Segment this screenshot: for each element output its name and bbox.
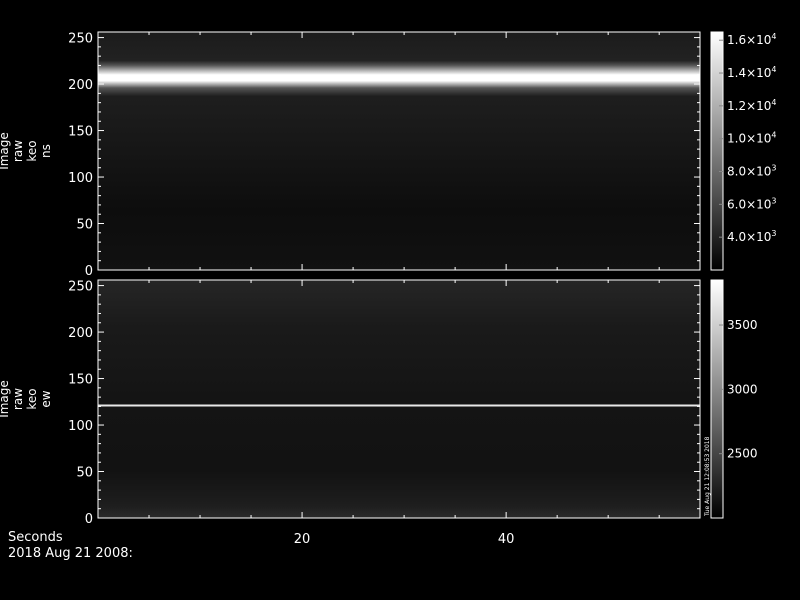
bottom-heatmap-image xyxy=(98,280,700,518)
y-axis-label-line: Image xyxy=(0,380,11,418)
y-tick-label: 200 xyxy=(68,78,93,93)
colorbar-tick-label: 4.0×103 xyxy=(727,229,777,244)
colorbar-tick-label: 6.0×103 xyxy=(727,196,777,211)
y-axis-label-line: keo xyxy=(25,388,39,409)
y-axis-label-line: raw xyxy=(11,388,25,410)
x-tick-label: 20 xyxy=(294,532,311,547)
y-axis-label-line: ns xyxy=(39,144,53,158)
y-tick-label: 50 xyxy=(76,466,93,481)
top-colorbar xyxy=(710,31,724,271)
y-axis-label-line: keo xyxy=(25,140,39,161)
y-axis-label-line: Image xyxy=(0,132,11,170)
colorbar-tick-label: 8.0×103 xyxy=(727,164,777,179)
bottom-colorbar xyxy=(710,279,724,519)
colorbar-tick-label: 1.4×104 xyxy=(727,65,777,80)
y-tick-label: 200 xyxy=(68,326,93,341)
y-tick-label: 50 xyxy=(76,218,93,233)
colorbar-tick-label: 1.6×104 xyxy=(727,32,777,47)
y-tick-label: 150 xyxy=(68,373,93,388)
y-tick-label: 100 xyxy=(68,171,93,186)
y-axis-label-line: ew xyxy=(39,390,53,407)
keogram-figure: 050100150200250Image raw keo ns1.6×1041.4×1… xyxy=(0,31,777,547)
x-axis-label: Seconds xyxy=(8,530,63,545)
timestamp-annotation: Tue Aug 21 12:08:53 2018 xyxy=(704,436,711,517)
colorbar-tick-label: 3500 xyxy=(727,318,758,332)
top-panel: 0 50 100 150 200 250 Image raw keo ns 1.6×104 1.4×1… xyxy=(0,31,777,279)
top-heatmap-image xyxy=(98,32,700,270)
y-tick-label: 250 xyxy=(68,32,93,47)
y-tick-label: 250 xyxy=(68,280,93,295)
bottom-panel: 0 50 100 150 200 250 20 40 Image raw keo ew 3500 3000… xyxy=(0,279,758,547)
y-tick-label: 0 xyxy=(85,512,93,527)
y-tick-label: 0 xyxy=(85,264,93,279)
y-axis-label-line: raw xyxy=(11,140,25,162)
colorbar-tick-label: 3000 xyxy=(727,382,758,396)
date-label: 2018 Aug 21 2008: xyxy=(8,546,133,561)
y-tick-label: 150 xyxy=(68,125,93,140)
colorbar-tick-label: 1.2×104 xyxy=(727,98,777,113)
colorbar-tick-label: 2500 xyxy=(727,447,758,461)
y-tick-label: 100 xyxy=(68,419,93,434)
x-tick-label: 40 xyxy=(498,532,515,547)
colorbar-tick-label: 1.0×104 xyxy=(727,131,777,146)
